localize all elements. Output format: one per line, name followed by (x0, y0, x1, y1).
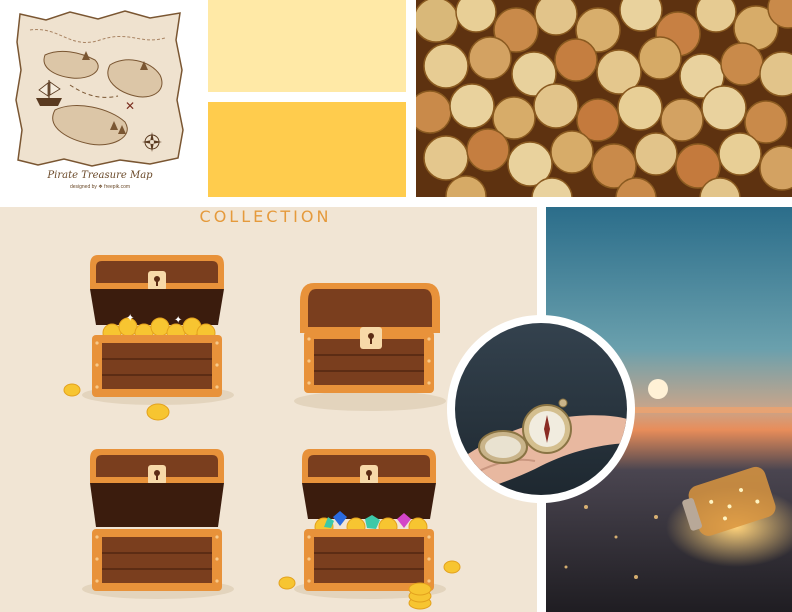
open-chest-gold: ✦ ✦ (82, 255, 234, 405)
map-credit: designed by ❖ freepik.com (69, 184, 131, 190)
light-yellow-swatch (208, 0, 406, 92)
sparkle-icon: ✦ (174, 315, 182, 326)
compass-photo-frame (447, 315, 635, 503)
sparkle-icon: ✦ (126, 313, 134, 324)
gold-coins-photo (416, 0, 792, 197)
open-chest-gems (294, 449, 446, 599)
treasure-map-image: ✕ Pirate Treasure Map designed by ❖ free… (0, 0, 200, 197)
open-chest-empty (82, 449, 234, 599)
coins-illustration (416, 0, 792, 197)
map-caption: Pirate Treasure Map (47, 170, 153, 181)
sun-icon (648, 379, 668, 399)
map-illustration: ✕ (15, 10, 184, 167)
moodboard: ✕ Pirate Treasure Map designed by ❖ free… (0, 0, 792, 612)
compass-in-hand-photo (455, 323, 627, 495)
compass-illustration (455, 323, 627, 495)
treasure-x-icon: ✕ (125, 99, 135, 113)
closed-chest (294, 283, 446, 411)
collection-title: COLLECTION (199, 207, 332, 226)
gold-yellow-swatch (208, 102, 406, 197)
